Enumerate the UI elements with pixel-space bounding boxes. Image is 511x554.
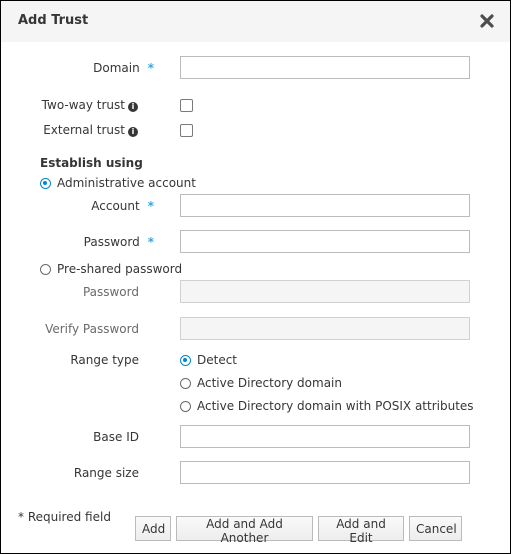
radio-pre-shared-password[interactable]: Pre-shared password xyxy=(40,262,182,276)
radio-selected-icon[interactable] xyxy=(180,354,191,366)
add-and-add-another-button[interactable]: Add and Add Another xyxy=(176,516,313,545)
radio-selected-icon[interactable] xyxy=(40,177,51,189)
cancel-button[interactable]: Cancel xyxy=(409,516,462,541)
establish-using-heading: Establish using xyxy=(40,156,143,170)
account-label-text: Account xyxy=(91,199,140,213)
range-type-label: Range type xyxy=(70,353,139,367)
base-id-input[interactable] xyxy=(180,425,470,448)
radio-label: Pre-shared password xyxy=(57,262,183,276)
radio-unselected-icon[interactable] xyxy=(40,263,51,275)
required-mark: * xyxy=(147,61,154,75)
domain-label-text: Domain xyxy=(93,61,140,75)
domain-label: Domain * xyxy=(93,61,154,75)
required-mark: * xyxy=(147,199,154,213)
close-icon[interactable] xyxy=(479,13,495,29)
password-label-text: Password xyxy=(83,235,140,249)
add-and-edit-button[interactable]: Add and Edit xyxy=(318,516,404,545)
two-way-trust-checkbox[interactable] xyxy=(180,99,193,112)
info-icon[interactable]: i xyxy=(128,102,138,112)
external-trust-text: External trust xyxy=(43,123,125,137)
preshared-password-label: Password xyxy=(82,285,139,299)
add-trust-dialog: Add Trust Domain * Two-way trust i Externa… xyxy=(0,0,511,554)
radio-range-detect[interactable]: Detect xyxy=(180,353,237,367)
password-input[interactable] xyxy=(180,230,470,253)
verify-password-input[interactable] xyxy=(180,317,470,340)
range-size-input[interactable] xyxy=(180,461,470,484)
account-input[interactable] xyxy=(180,194,470,217)
dialog-title: Add Trust xyxy=(18,13,89,28)
required-mark: * xyxy=(147,235,154,249)
dialog-header: Add Trust xyxy=(1,1,510,42)
two-way-trust-text: Two-way trust xyxy=(41,98,125,112)
radio-range-ad-posix[interactable]: Active Directory domain with POSIX attri… xyxy=(180,399,474,413)
radio-label: Active Directory domain with POSIX attri… xyxy=(197,399,474,413)
preshared-password-input[interactable] xyxy=(180,280,470,303)
radio-unselected-icon[interactable] xyxy=(180,400,191,412)
password-label: Password * xyxy=(84,235,154,249)
required-field-note: * Required field xyxy=(18,510,111,524)
external-trust-label: External trust i xyxy=(43,123,138,137)
radio-range-ad-domain[interactable]: Active Directory domain xyxy=(180,376,342,390)
two-way-trust-label: Two-way trust i xyxy=(42,98,138,112)
domain-input[interactable] xyxy=(180,56,470,79)
info-icon[interactable]: i xyxy=(128,127,138,137)
range-size-label: Range size xyxy=(73,466,139,480)
add-button[interactable]: Add xyxy=(135,516,171,541)
radio-label: Active Directory domain xyxy=(197,376,342,390)
external-trust-checkbox[interactable] xyxy=(180,124,193,137)
radio-administrative-account[interactable]: Administrative account xyxy=(40,176,196,190)
radio-label: Detect xyxy=(197,353,238,367)
radio-label: Administrative account xyxy=(57,176,196,190)
account-label: Account * xyxy=(91,199,154,213)
base-id-label: Base ID xyxy=(93,430,139,444)
verify-password-label: Verify Password xyxy=(45,322,139,336)
radio-unselected-icon[interactable] xyxy=(180,377,191,389)
